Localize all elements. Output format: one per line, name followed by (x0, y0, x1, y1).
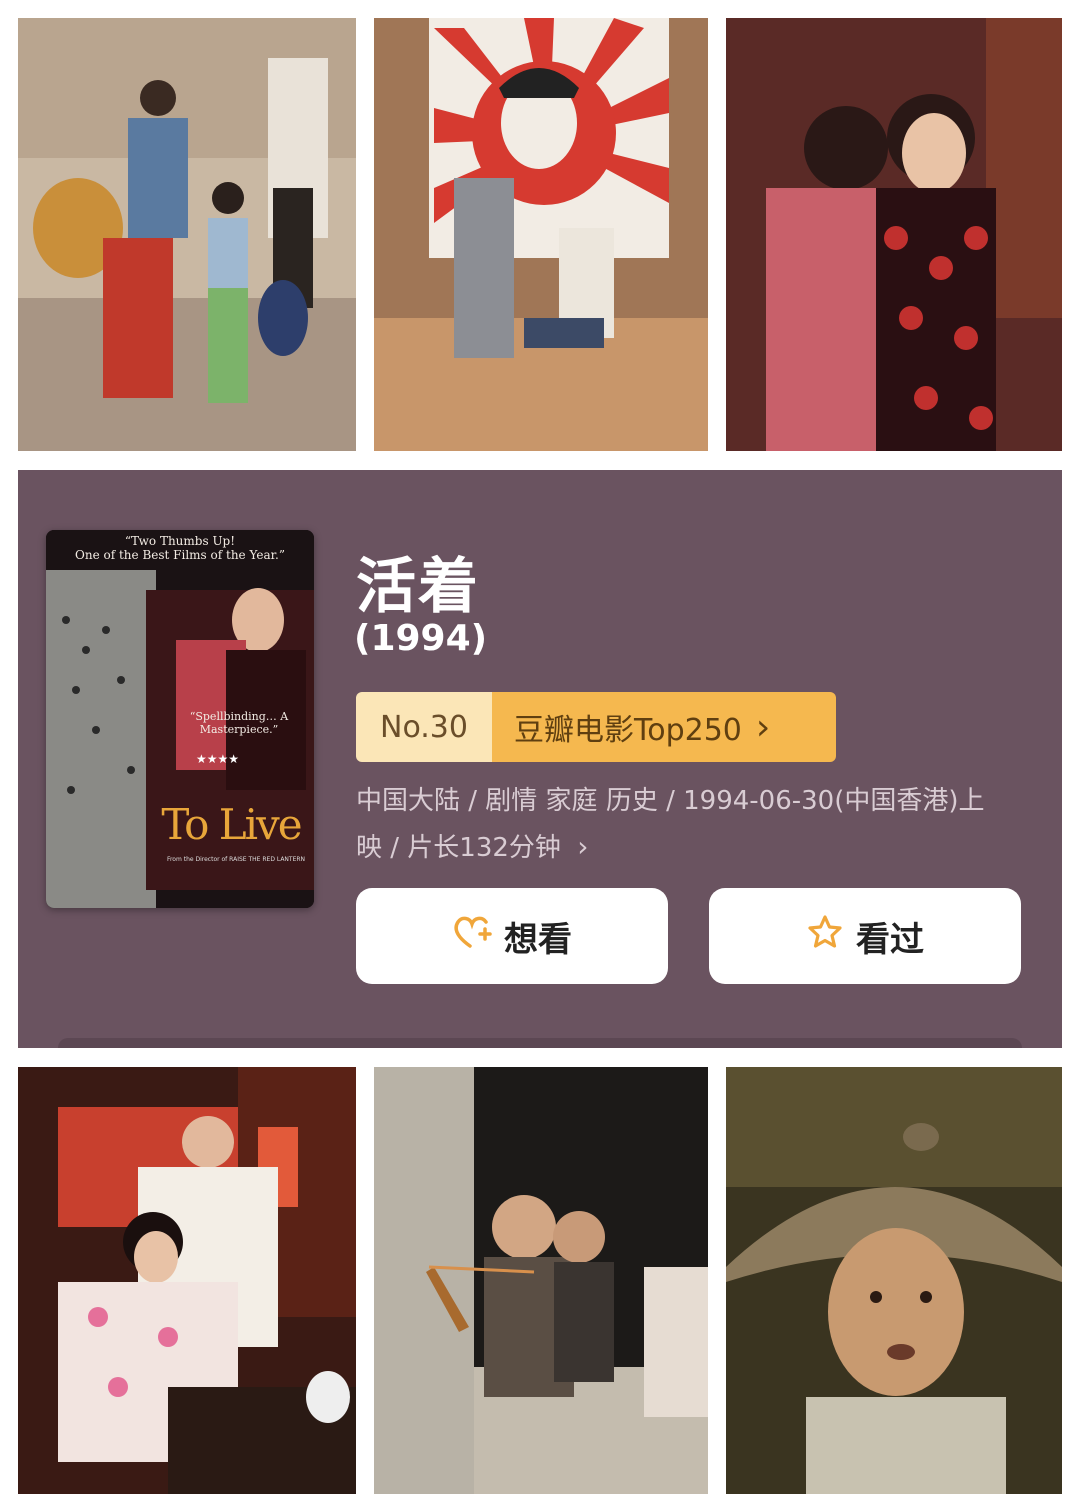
want-to-watch-label: 想看 (504, 919, 572, 960)
rank-list-label: 豆瓣电影Top250 (514, 713, 742, 748)
movie-poster[interactable]: “Two Thumbs Up! One of the Best Films of… (46, 530, 314, 908)
rank-number: No.30 (356, 692, 492, 762)
film-still-propaganda-wall[interactable] (374, 18, 708, 451)
poster-credit: From the Director of RAISE THE RED LANTE… (166, 856, 306, 863)
rank-list-link[interactable]: 豆瓣电影Top250 › (492, 692, 836, 762)
film-still-couple-interior[interactable] (18, 1067, 356, 1494)
poster-quote-mid: “Spellbinding… A Masterpiece.” (189, 710, 289, 736)
film-still-mother-children[interactable] (18, 18, 356, 451)
watched-label: 看过 (856, 919, 924, 960)
film-still-mother-daughter[interactable] (726, 18, 1062, 451)
heart-plus-icon (452, 914, 492, 959)
film-still-boys-slingshot[interactable] (374, 1067, 708, 1494)
want-to-watch-button[interactable]: 想看 (356, 888, 668, 984)
film-still-man-straw-hat[interactable] (726, 1067, 1062, 1494)
movie-year: (1994) (354, 618, 488, 659)
poster-quote-line-2: One of the Best Films of the Year.” (75, 548, 285, 562)
star-icon (806, 914, 844, 959)
watched-button[interactable]: 看过 (709, 888, 1021, 984)
top250-rank-badge[interactable]: No.30 豆瓣电影Top250 › (356, 692, 836, 762)
poster-title: To Live (161, 800, 302, 849)
poster-quote-line-1: “Two Thumbs Up! (124, 534, 236, 548)
movie-title: 活着 (356, 552, 480, 622)
movie-meta-text: 中国大陆 / 剧情 家庭 历史 / 1994-06-30(中国香港)上映 / 片… (356, 786, 985, 863)
chevron-right-icon: › (577, 830, 589, 863)
movie-info-card: “Two Thumbs Up! One of the Best Films of… (18, 470, 1062, 1048)
movie-meta-info[interactable]: 中国大陆 / 剧情 家庭 历史 / 1994-06-30(中国香港)上映 / 片… (356, 778, 1006, 871)
chevron-right-icon: › (755, 706, 771, 748)
sheet-handle (58, 1038, 1022, 1048)
poster-stars: ★★★★ (196, 752, 240, 766)
